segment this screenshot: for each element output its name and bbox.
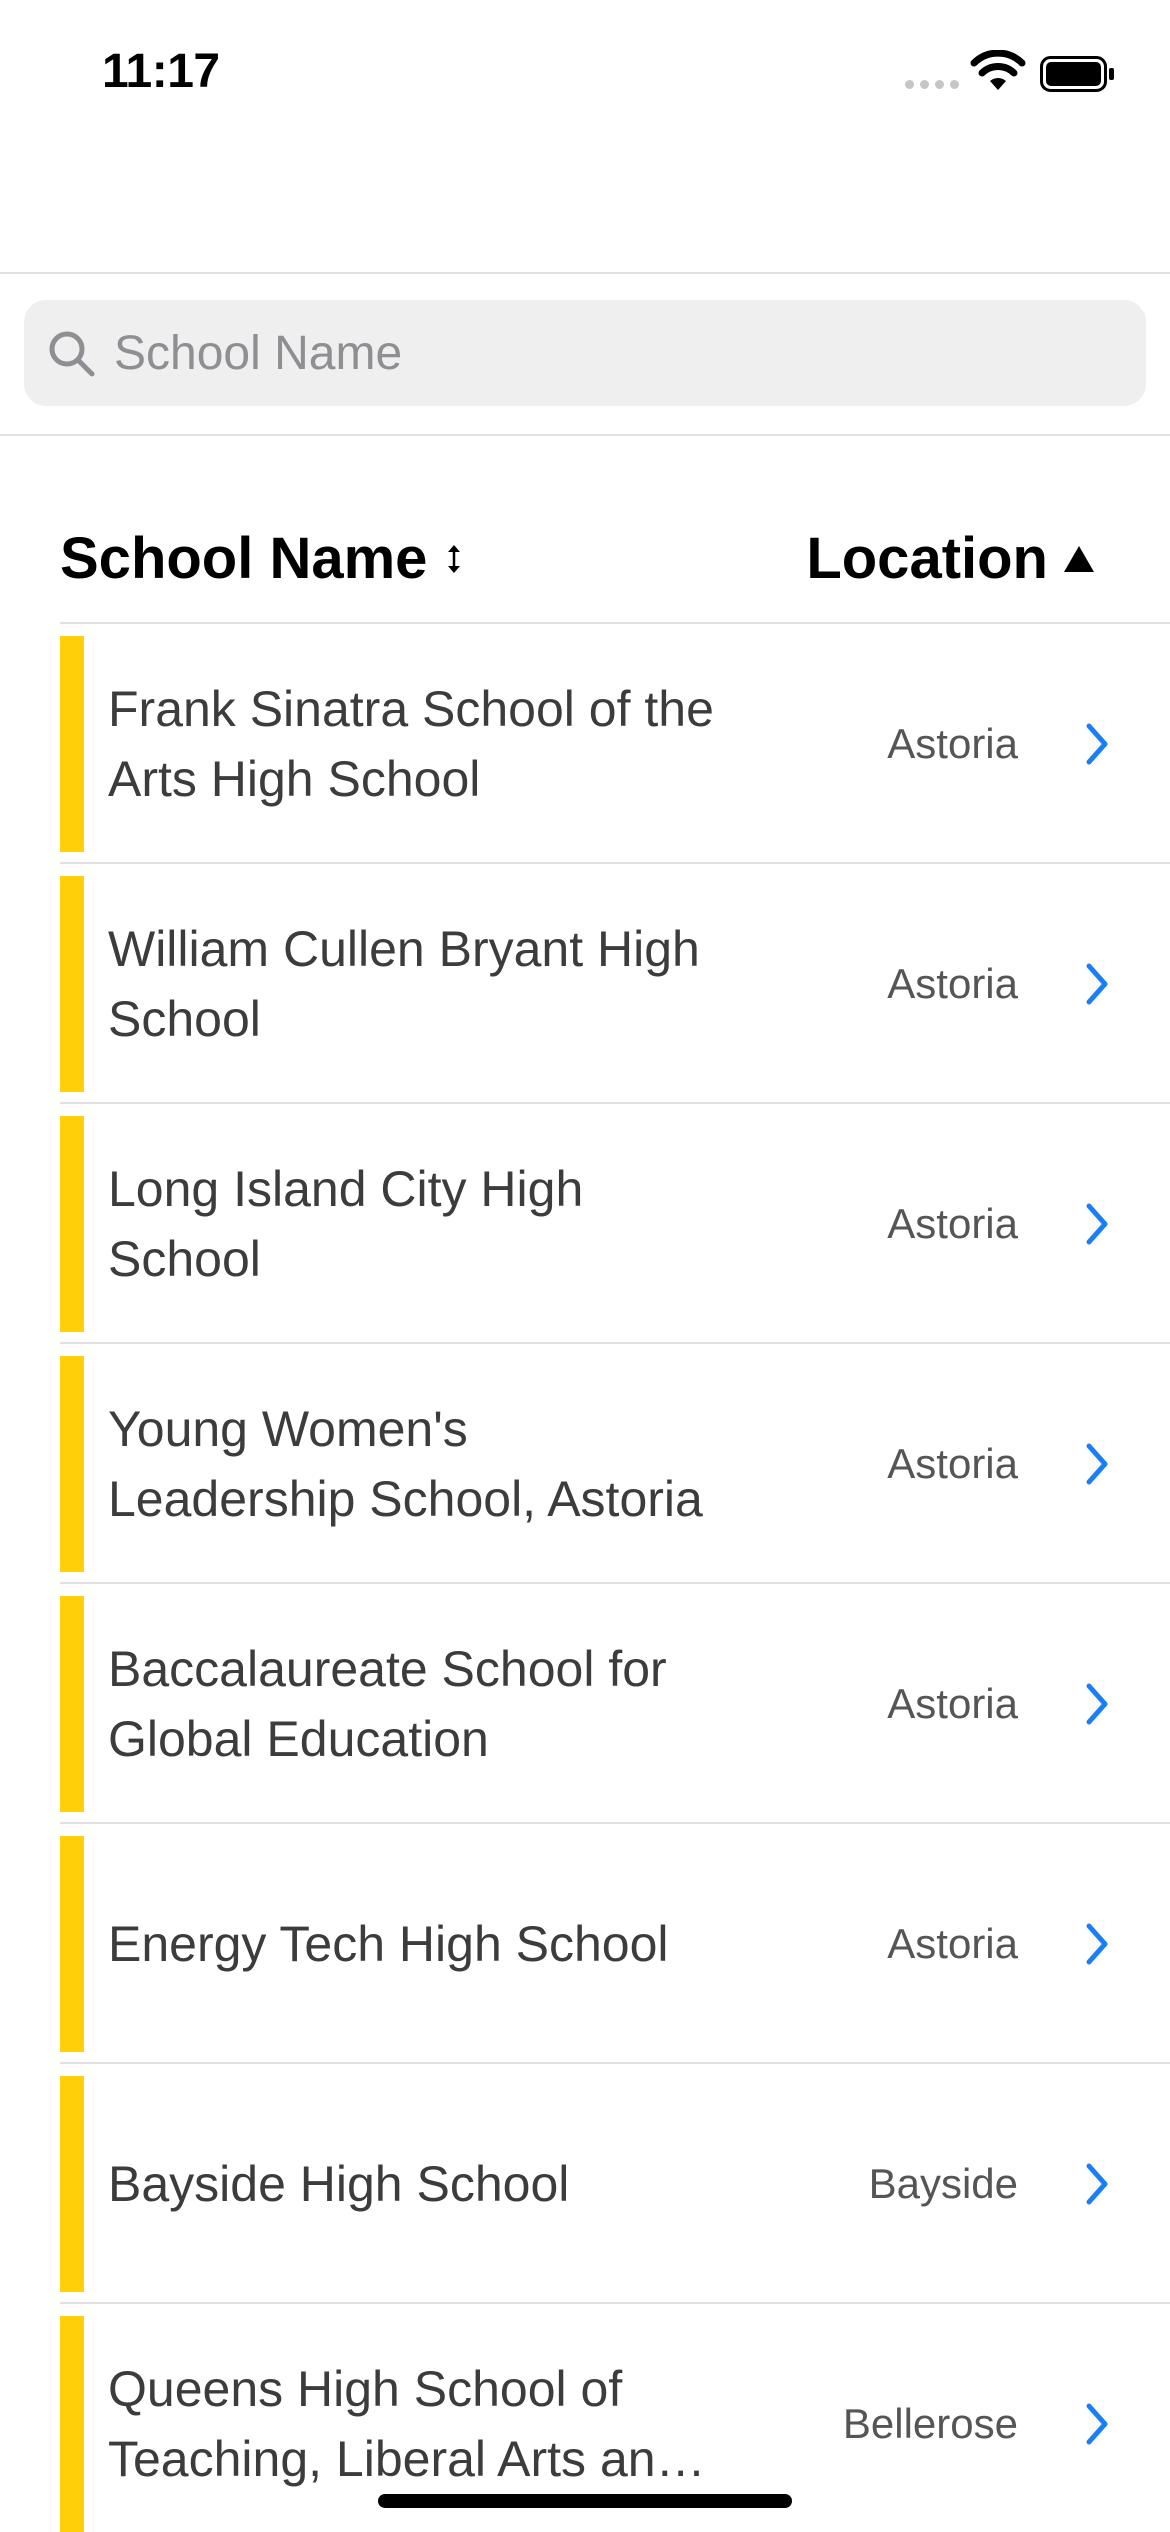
search-divider xyxy=(0,434,1170,436)
school-location: Astoria xyxy=(887,1920,1018,1967)
school-row[interactable]: Frank Sinatra School of the Arts High Sc… xyxy=(0,624,1170,864)
school-location: Bayside xyxy=(868,2160,1018,2207)
school-location: Astoria xyxy=(887,1680,1018,1727)
chevron-right-icon xyxy=(1086,1443,1108,1485)
school-location: Astoria xyxy=(887,1200,1018,1247)
school-list: Frank Sinatra School of the Arts High Sc… xyxy=(0,624,1170,2532)
school-location: Astoria xyxy=(887,1440,1018,1487)
search-bar xyxy=(0,274,1170,434)
row-accent-bar xyxy=(60,2076,84,2292)
school-row[interactable]: Energy Tech High School Astoria xyxy=(0,1824,1170,2064)
school-name: Frank Sinatra School of the Arts High Sc… xyxy=(108,681,714,807)
school-name-column-header[interactable]: School Name xyxy=(60,525,467,592)
cellular-signal-icon xyxy=(905,80,959,89)
school-location: Astoria xyxy=(887,960,1018,1007)
location-header-label: Location xyxy=(806,526,1048,591)
chevron-right-icon xyxy=(1086,963,1108,1005)
chevron-right-icon xyxy=(1086,723,1108,765)
school-row[interactable]: William Cullen Bryant High School Astori… xyxy=(0,864,1170,1104)
row-accent-bar xyxy=(60,1596,84,1812)
search-icon xyxy=(49,331,95,377)
school-name: Bayside High School xyxy=(108,2156,570,2212)
school-row[interactable]: Baccalaureate School for Global Educatio… xyxy=(0,1584,1170,1824)
status-time: 11:17 xyxy=(102,45,220,98)
school-row[interactable]: Bayside High School Bayside xyxy=(0,2064,1170,2304)
row-accent-bar xyxy=(60,2316,84,2532)
column-headers: School Name Location xyxy=(0,505,1170,625)
school-name: Baccalaureate School for Global Educatio… xyxy=(108,1641,667,1767)
school-name: Young Women's Leadership School, Astoria xyxy=(108,1401,703,1527)
chevron-right-icon xyxy=(1086,1923,1108,1965)
row-accent-bar xyxy=(60,876,84,1092)
chevron-right-icon xyxy=(1086,1203,1108,1245)
wifi-icon xyxy=(970,50,1026,90)
school-location: Astoria xyxy=(887,720,1018,767)
search-input[interactable] xyxy=(114,300,1124,406)
sort-unsorted-icon xyxy=(448,544,461,573)
search-field[interactable] xyxy=(24,300,1146,406)
school-name-header-label: School Name xyxy=(60,526,428,591)
school-row[interactable]: Young Women's Leadership School, Astoria… xyxy=(0,1344,1170,1584)
school-name: Energy Tech High School xyxy=(108,1916,669,1972)
row-accent-bar xyxy=(60,636,84,852)
sort-ascending-icon xyxy=(1064,545,1094,572)
row-accent-bar xyxy=(60,1836,84,2052)
chevron-right-icon xyxy=(1086,1683,1108,1725)
battery-icon xyxy=(1040,56,1114,92)
school-list-screen: 11:17 School Name School Name Location F… xyxy=(0,0,1170,2532)
school-name: William Cullen Bryant High School xyxy=(108,921,700,1047)
school-row[interactable]: Long Island City High School Astoria xyxy=(0,1104,1170,1344)
location-column-header[interactable]: Location xyxy=(806,525,1096,592)
row-accent-bar xyxy=(60,1116,84,1332)
status-bar: 11:17 xyxy=(0,0,1170,140)
home-indicator xyxy=(378,2494,792,2508)
chevron-right-icon xyxy=(1086,2403,1108,2445)
school-location: Bellerose xyxy=(842,2400,1018,2447)
chevron-right-icon xyxy=(1086,2163,1108,2205)
row-accent-bar xyxy=(60,1356,84,1572)
school-name: Long Island City High School xyxy=(108,1161,584,1287)
